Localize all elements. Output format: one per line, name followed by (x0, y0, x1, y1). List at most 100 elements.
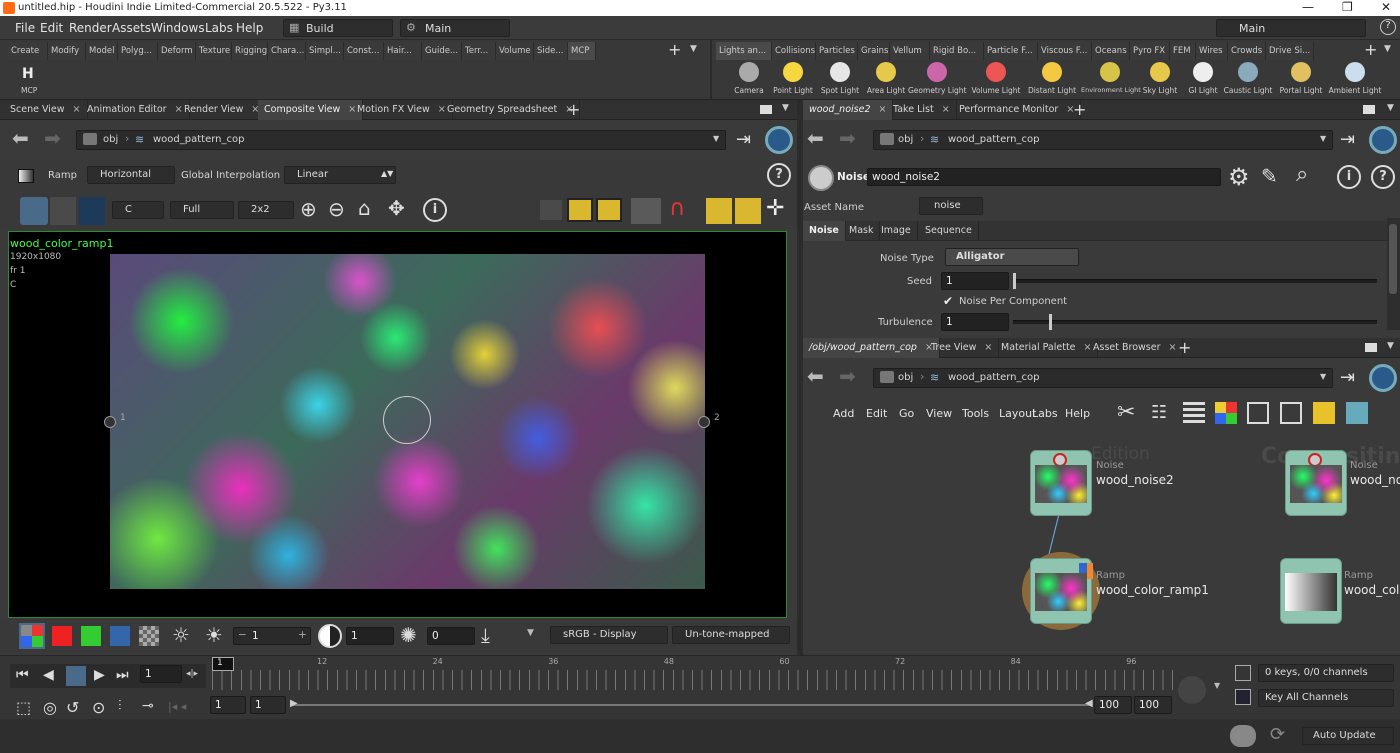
key-menu-icon[interactable]: ▼ (1214, 681, 1220, 690)
maximize-button[interactable]: ❐ (1342, 0, 1353, 14)
tool-area-light[interactable]: Area Light (857, 60, 915, 98)
subtab-sequence[interactable]: Sequence (919, 221, 979, 241)
forward-arrow-icon[interactable]: ➡ (44, 128, 68, 149)
single-view-icon[interactable] (540, 200, 562, 220)
key-all-channels-dropdown[interactable]: Key All Channels (1258, 689, 1394, 707)
subtab-noise[interactable]: Noise (803, 221, 846, 241)
zoom-out-icon[interactable]: ⊖ (328, 197, 345, 221)
tools-icon[interactable]: ✂ (1117, 400, 1135, 425)
close-tab-icon[interactable]: × (984, 342, 992, 353)
add-tab-icon[interactable]: + (1178, 338, 1191, 357)
shelf-add-icon[interactable]: + (668, 40, 681, 59)
forward-arrow-icon[interactable]: ➡ (839, 128, 863, 149)
shelf-tab-deform[interactable]: Deform (158, 42, 196, 60)
shelf-tab-lights-an[interactable]: Lights an... (716, 42, 772, 60)
ramp-point-1[interactable] (104, 416, 116, 428)
pane-menu-icon[interactable]: ▼ (1387, 103, 1394, 113)
alpha-channel-icon[interactable] (139, 626, 159, 646)
realtime-icon[interactable]: ⊙ (92, 698, 105, 717)
tab-animation-editor[interactable]: Animation Editor × (81, 100, 190, 120)
shelf-tab-create[interactable]: Create (8, 42, 48, 60)
range-start-handle[interactable]: ▶ (290, 698, 298, 709)
path-root[interactable]: obj (898, 372, 913, 383)
layers-icon[interactable] (50, 197, 76, 225)
tree-icon[interactable]: ☷ (1151, 402, 1167, 423)
palette-icon[interactable] (1215, 402, 1237, 424)
first-frame-icon[interactable]: ⏮ (16, 667, 29, 683)
offset-field[interactable]: 0 (427, 627, 475, 645)
current-frame-marker[interactable]: 1 (212, 657, 234, 671)
tab-wood-noise2[interactable]: wood_noise2 × (803, 100, 894, 120)
back-arrow-icon[interactable]: ⬅ (807, 366, 831, 387)
tab-take-list[interactable]: Take List × (887, 100, 957, 120)
param-scroll-thumb[interactable] (1389, 224, 1397, 294)
path-bar[interactable]: obj › ≋ wood_pattern_cop ▼ (873, 368, 1333, 388)
view-mode-icon[interactable] (20, 197, 48, 225)
tool-distant-light[interactable]: Distant Light (1023, 60, 1081, 98)
image-icon[interactable] (1346, 402, 1368, 424)
search-icon[interactable]: ⌕ (1296, 162, 1308, 187)
menu-edit[interactable]: Edit (40, 21, 63, 35)
noise-node-partial[interactable] (1285, 450, 1347, 516)
brightness-icon[interactable]: ☼ (172, 623, 190, 647)
shelf-tab-side[interactable]: Side... (534, 42, 568, 60)
node-name[interactable]: wood_colo (1344, 583, 1400, 597)
tool-volume-light[interactable]: Volume Light (967, 60, 1025, 98)
shelf-tab-collisions[interactable]: Collisions (772, 42, 816, 60)
layout-icon[interactable] (1280, 402, 1302, 424)
ramp-point-2[interactable] (698, 416, 710, 428)
subtab-image[interactable]: Image (875, 221, 918, 241)
shelf-tab-wires[interactable]: Wires (1196, 42, 1228, 60)
gear-icon[interactable]: ⚙ (1228, 163, 1250, 191)
shelf-right-menu-icon[interactable]: ▼ (1384, 44, 1391, 54)
red-channel-icon[interactable] (52, 626, 72, 646)
frame-field[interactable]: 1 (140, 665, 182, 683)
channel-icon[interactable] (1235, 665, 1251, 681)
reverse-play-icon[interactable]: ◀ (43, 667, 54, 683)
menu-file[interactable]: File (15, 21, 35, 35)
shelf-tab-texture[interactable]: Texture (196, 42, 232, 60)
range-start-icon[interactable]: |◂ ◂ (168, 700, 186, 713)
end-frame-field[interactable]: 100 (1094, 696, 1132, 714)
shelf-tab-rigid-bo[interactable]: Rigid Bo... (930, 42, 984, 60)
ramp-icon[interactable] (18, 169, 34, 183)
network-menu-go[interactable]: Go (899, 407, 914, 420)
path-bar[interactable]: obj › ≋ wood_pattern_cop ▼ (76, 130, 726, 150)
play-icon[interactable]: ▶ (94, 667, 105, 683)
close-tab-icon[interactable]: × (1168, 342, 1176, 353)
grid-dropdown[interactable]: 2x2 (238, 201, 294, 219)
shelf-tab-particle-f[interactable]: Particle F... (984, 42, 1038, 60)
shelf-right-add-icon[interactable]: + (1364, 40, 1377, 59)
end-frame-field-2[interactable]: 100 (1134, 696, 1172, 714)
menu-help[interactable]: Help (236, 21, 263, 35)
split-view-icon[interactable] (567, 198, 593, 222)
shelf-tab-particles[interactable]: Particles (816, 42, 858, 60)
resolution-dropdown[interactable]: Full (170, 201, 234, 219)
brush-icon[interactable]: ✎ (1261, 164, 1278, 188)
pin-icon[interactable]: ⇥ (1340, 129, 1355, 150)
shelf-tab-grains[interactable]: Grains (858, 42, 890, 60)
range-end-handle[interactable]: ◀ (1085, 698, 1093, 709)
step-icon[interactable]: ◂|▸ (186, 669, 198, 679)
network-menu-view[interactable]: View (926, 407, 952, 420)
tool-geometry-light[interactable]: Geometry Light (908, 60, 967, 98)
graph-icon[interactable] (1235, 689, 1251, 705)
lut-menu-icon[interactable]: ▼ (527, 628, 534, 638)
global-interp-dropdown[interactable]: Linear ▲▼ (284, 166, 396, 184)
path-root[interactable]: obj (898, 134, 913, 145)
update-mode-dropdown[interactable]: Auto Update (1302, 727, 1394, 745)
noise-type-dropdown[interactable]: Alligator (945, 248, 1079, 266)
ramp-node-wood-color-ramp1[interactable] (1030, 558, 1093, 624)
snap-icon[interactable] (706, 198, 732, 224)
zoom-in-icon[interactable]: ⊕ (300, 197, 317, 221)
timeline-ruler[interactable] (212, 670, 1174, 690)
loop-icon[interactable]: ↺ (66, 698, 79, 717)
shelf-tab-volume[interactable]: Volume (496, 42, 534, 60)
network-menu-help[interactable]: Help (1065, 407, 1090, 420)
shelf-tab-chara[interactable]: Chara... (268, 42, 306, 60)
grid-snap-icon[interactable] (735, 198, 761, 224)
close-tab-icon[interactable]: × (879, 104, 887, 115)
minus-icon[interactable]: − (238, 629, 247, 641)
network-menu-edit[interactable]: Edit (866, 407, 887, 420)
brain-icon[interactable] (1230, 725, 1256, 747)
